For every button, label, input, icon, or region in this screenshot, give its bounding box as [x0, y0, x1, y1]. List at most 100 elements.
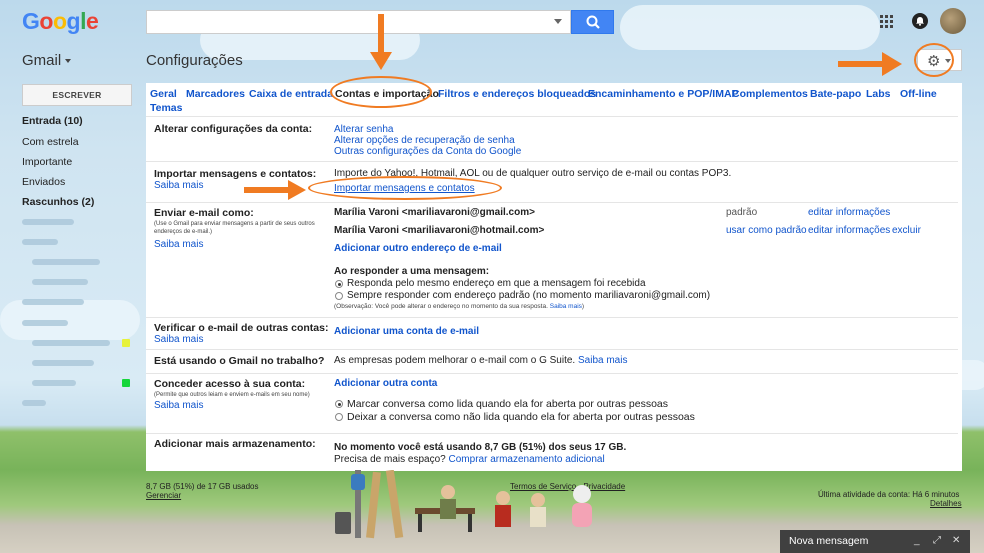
tab-temas[interactable]: Temas — [150, 101, 183, 115]
buy-storage-link[interactable]: Comprar armazenamento adicional — [449, 454, 605, 465]
tab-marcadores[interactable]: Marcadores — [186, 87, 245, 101]
section-armazenamento: Adicionar mais armazenamento: No momento… — [146, 433, 958, 469]
annotation-oval-gear — [914, 43, 954, 77]
saiba-mais-link[interactable]: Saiba mais — [154, 334, 203, 345]
page-title: Configurações — [146, 52, 243, 69]
background-cloud — [0, 300, 140, 340]
notifications-icon[interactable] — [912, 13, 928, 29]
sidebar-item-starred[interactable]: Com estrela — [22, 136, 79, 148]
section-note: (Permite que outros leiam e enviem e-mai… — [154, 392, 310, 398]
expand-icon[interactable]: ⤢ — [933, 535, 941, 546]
google-account-settings-link[interactable]: Outras configurações da Conta do Google — [334, 146, 521, 157]
blurred-label[interactable] — [32, 279, 88, 285]
radio-label[interactable]: Responda pelo mesmo endereço em que a me… — [347, 278, 646, 289]
annotation-oval-tab — [330, 76, 432, 108]
edit-info-link[interactable]: editar informações — [808, 207, 890, 218]
settings-panel: Geral Marcadores Caixa de entrada Contas… — [146, 83, 962, 471]
make-default-link[interactable]: usar como padrão — [726, 225, 807, 236]
minimize-icon[interactable]: _ — [914, 535, 920, 546]
tab-geral[interactable]: Geral — [150, 87, 177, 101]
gmail-label: Gmail — [22, 52, 62, 69]
blurred-label[interactable] — [22, 400, 46, 406]
tab-filtros[interactable]: Filtros e endereços bloqueados — [438, 87, 596, 101]
avatar[interactable] — [940, 8, 966, 34]
gsuite-description: As empresas podem melhorar o e-mail com … — [334, 355, 576, 366]
add-address-link[interactable]: Adicionar outro endereço de e-mail — [334, 243, 502, 254]
tab-labs[interactable]: Labs — [866, 87, 891, 101]
saiba-mais-link[interactable]: Saiba mais — [154, 400, 203, 411]
reply-note-end: ) — [581, 303, 585, 310]
saiba-mais-link[interactable]: Saiba mais — [578, 355, 627, 366]
storage-question: Precisa de mais espaço? Comprar armazena… — [334, 454, 605, 465]
blurred-label[interactable] — [22, 299, 84, 305]
google-logo[interactable]: Google — [22, 8, 99, 35]
theme-illustration — [335, 470, 592, 539]
manage-storage-link[interactable]: Gerenciar — [146, 491, 181, 500]
new-message-bar[interactable]: Nova mensagem _ ⤢ ✕ — [780, 530, 970, 553]
reply-same-address-radio[interactable] — [335, 280, 343, 288]
sidebar-item-drafts[interactable]: Rascunhos (2) — [22, 196, 94, 208]
section-label: Importar mensagens e contatos: — [154, 168, 317, 180]
section-label: Enviar e-mail como: — [154, 207, 254, 219]
gsuite-text: As empresas podem melhorar o e-mail com … — [334, 355, 627, 366]
search-icon — [586, 15, 600, 29]
section-label: Adicionar mais armazenamento: — [154, 438, 316, 450]
reply-heading: Ao responder a uma mensagem: — [334, 266, 490, 277]
storage-usage-text: No momento você está usando 8,7 GB (51%)… — [334, 442, 627, 453]
apps-grid-icon[interactable] — [880, 15, 894, 29]
compose-button[interactable]: ESCREVER — [22, 84, 132, 106]
section-trabalho: Está usando o Gmail no trabalho? As empr… — [146, 349, 958, 373]
add-another-account-link[interactable]: Adicionar outra conta — [334, 378, 437, 389]
radio-label[interactable]: Sempre responder com endereço padrão (no… — [347, 290, 710, 301]
blurred-label[interactable] — [32, 360, 94, 366]
blurred-label[interactable] — [32, 380, 76, 386]
change-password-link[interactable]: Alterar senha — [334, 124, 393, 135]
mark-read-radio[interactable] — [335, 400, 343, 408]
section-verificar: Verificar o e-mail de outras contas: Sai… — [146, 317, 958, 348]
label-color-indicator — [122, 379, 130, 387]
search-button[interactable] — [571, 10, 614, 34]
blurred-label[interactable] — [22, 320, 68, 326]
delete-address-link[interactable]: excluir — [892, 225, 921, 236]
close-icon[interactable]: ✕ — [952, 535, 960, 546]
tab-encaminhamento[interactable]: Encaminhamento e POP/IMAP — [588, 87, 739, 101]
radio-label[interactable]: Deixar a conversa como não lida quando e… — [347, 411, 695, 423]
saiba-mais-link[interactable]: Saiba mais — [154, 239, 203, 250]
saiba-mais-link[interactable]: Saiba mais — [154, 180, 203, 191]
new-message-title: Nova mensagem — [789, 535, 869, 547]
search-options-dropdown-icon[interactable] — [554, 19, 562, 24]
reply-default-address-radio[interactable] — [335, 292, 343, 300]
annotation-arrow-right — [244, 180, 306, 200]
reply-note: (Observação: Você pode alterar o endereç… — [334, 303, 584, 310]
tab-complementos[interactable]: Complementos — [732, 87, 808, 101]
section-label: Alterar configurações da conta: — [154, 123, 313, 135]
search-input[interactable] — [146, 10, 571, 34]
annotation-arrow-right — [838, 52, 902, 76]
section-label: Verificar o e-mail de outras contas: — [154, 322, 329, 334]
top-bar: Google — [0, 0, 984, 44]
blurred-label[interactable] — [32, 259, 100, 265]
recovery-options-link[interactable]: Alterar opções de recuperação de senha — [334, 135, 515, 146]
label-color-indicator — [122, 339, 130, 347]
reply-note-text: (Observação: Você pode alterar o endereç… — [334, 303, 548, 310]
blurred-label[interactable] — [22, 219, 74, 225]
address-status: padrão — [726, 207, 758, 218]
edit-info-link[interactable]: editar informações — [808, 225, 890, 236]
tab-bate-papo[interactable]: Bate-papo — [810, 87, 861, 101]
sidebar-item-important[interactable]: Importante — [22, 156, 72, 168]
keep-unread-radio[interactable] — [335, 413, 343, 421]
tab-caixa-de-entrada[interactable]: Caixa de entrada — [249, 87, 333, 101]
gmail-menu[interactable]: Gmail — [22, 52, 72, 69]
activity-details-link[interactable]: Detalhes — [930, 499, 962, 508]
sidebar-item-inbox[interactable]: Entrada (10) — [22, 115, 83, 127]
radio-label[interactable]: Marcar conversa como lida quando ela for… — [347, 398, 668, 410]
blurred-label[interactable] — [22, 239, 58, 245]
add-email-account-link[interactable]: Adicionar uma conta de e-mail — [334, 326, 479, 337]
tab-off-line[interactable]: Off-line — [900, 87, 937, 101]
storage-question-text: Precisa de mais espaço? — [334, 454, 446, 465]
annotation-oval-import-link — [308, 176, 502, 200]
section-label: Está usando o Gmail no trabalho? — [154, 355, 325, 367]
blurred-label[interactable] — [32, 340, 110, 346]
sidebar-item-sent[interactable]: Enviados — [22, 176, 65, 188]
saiba-mais-link[interactable]: Saiba mais — [550, 303, 582, 310]
